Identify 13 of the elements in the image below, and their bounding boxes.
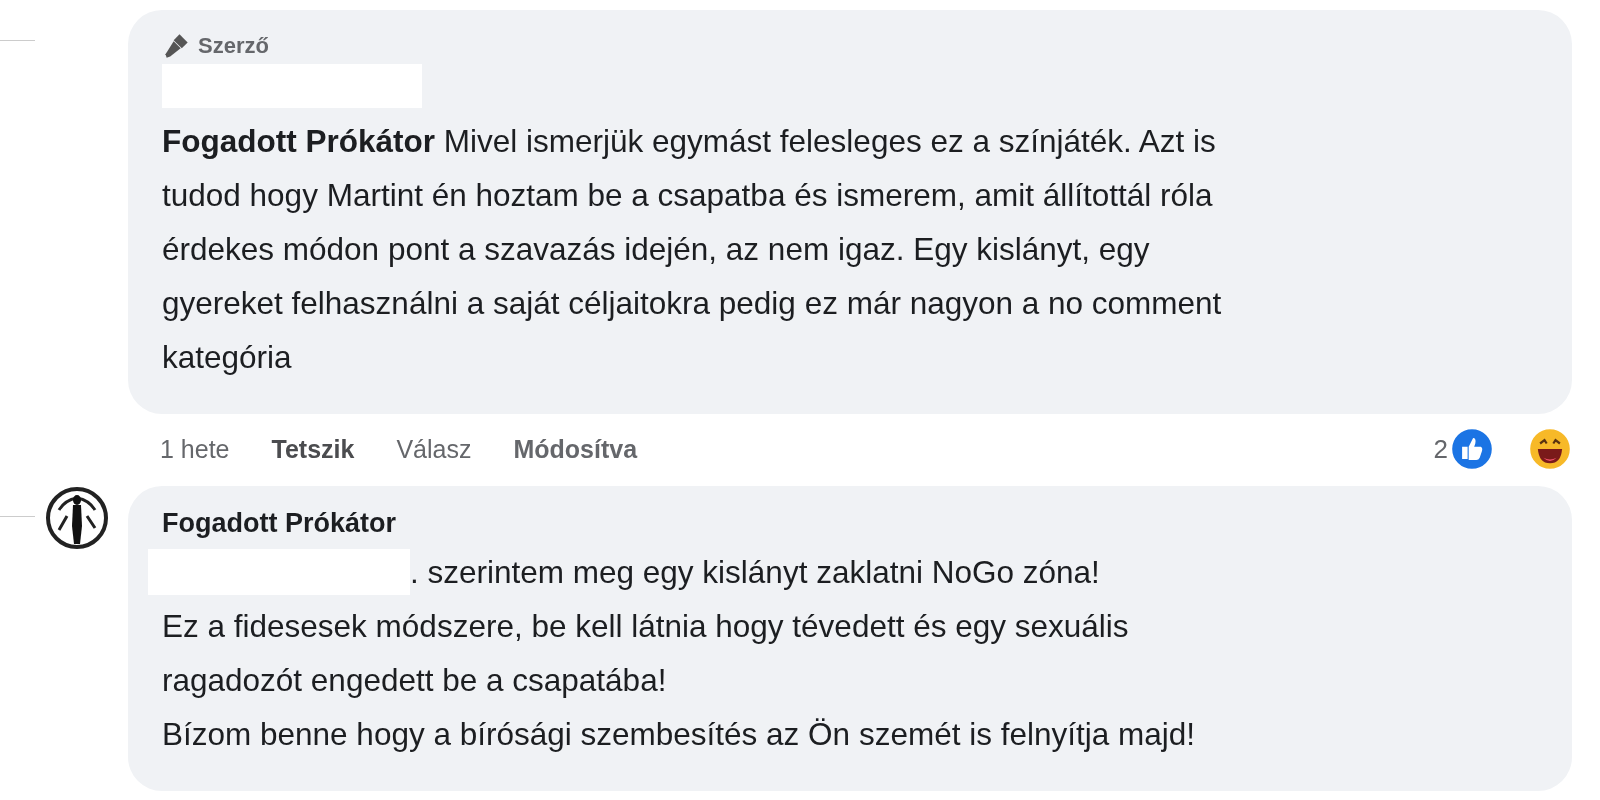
author-name[interactable]: Fogadott Prókátor — [162, 508, 1538, 539]
reply-link[interactable]: Válasz — [396, 434, 472, 464]
author-label: Szerző — [198, 33, 269, 59]
edited-label[interactable]: Módosítva — [513, 434, 638, 464]
comment-text: Ez a fidesesek módszere, be kell látnia hogy tévedett és egy sexuális ragadozót engedett be a csapatába! Bízom benne hogy a bírósági szembesítés az Ön szemét is felnyítja majd! — [162, 607, 1196, 754]
timestamp[interactable]: 1 hete — [160, 434, 230, 464]
comment-text: Fogadott Prókátor Mivel ismerjük egymást felesleges ez a színjáték. Azt is tudod hogy Martint én hoztam be a csapatba és ismerem, amit állítottál róla érdekes módon pont a szavazás idején, az nem igaz. Egy kislányt, egy gyereket felhasználni a saját céljaitokra pedig ez már nagyon a no comment kategória — [162, 122, 1223, 377]
like-link[interactable]: Tetszik — [271, 434, 355, 464]
avatar-icon[interactable] — [45, 486, 109, 550]
comment-text: . szerintem meg egy kislányt zaklatni NoGo zóna! — [410, 553, 1100, 592]
reaction-count[interactable]: 2 — [1433, 433, 1448, 465]
thumbs-up-icon — [1450, 427, 1494, 471]
laughing-emoji-icon — [1528, 427, 1572, 471]
